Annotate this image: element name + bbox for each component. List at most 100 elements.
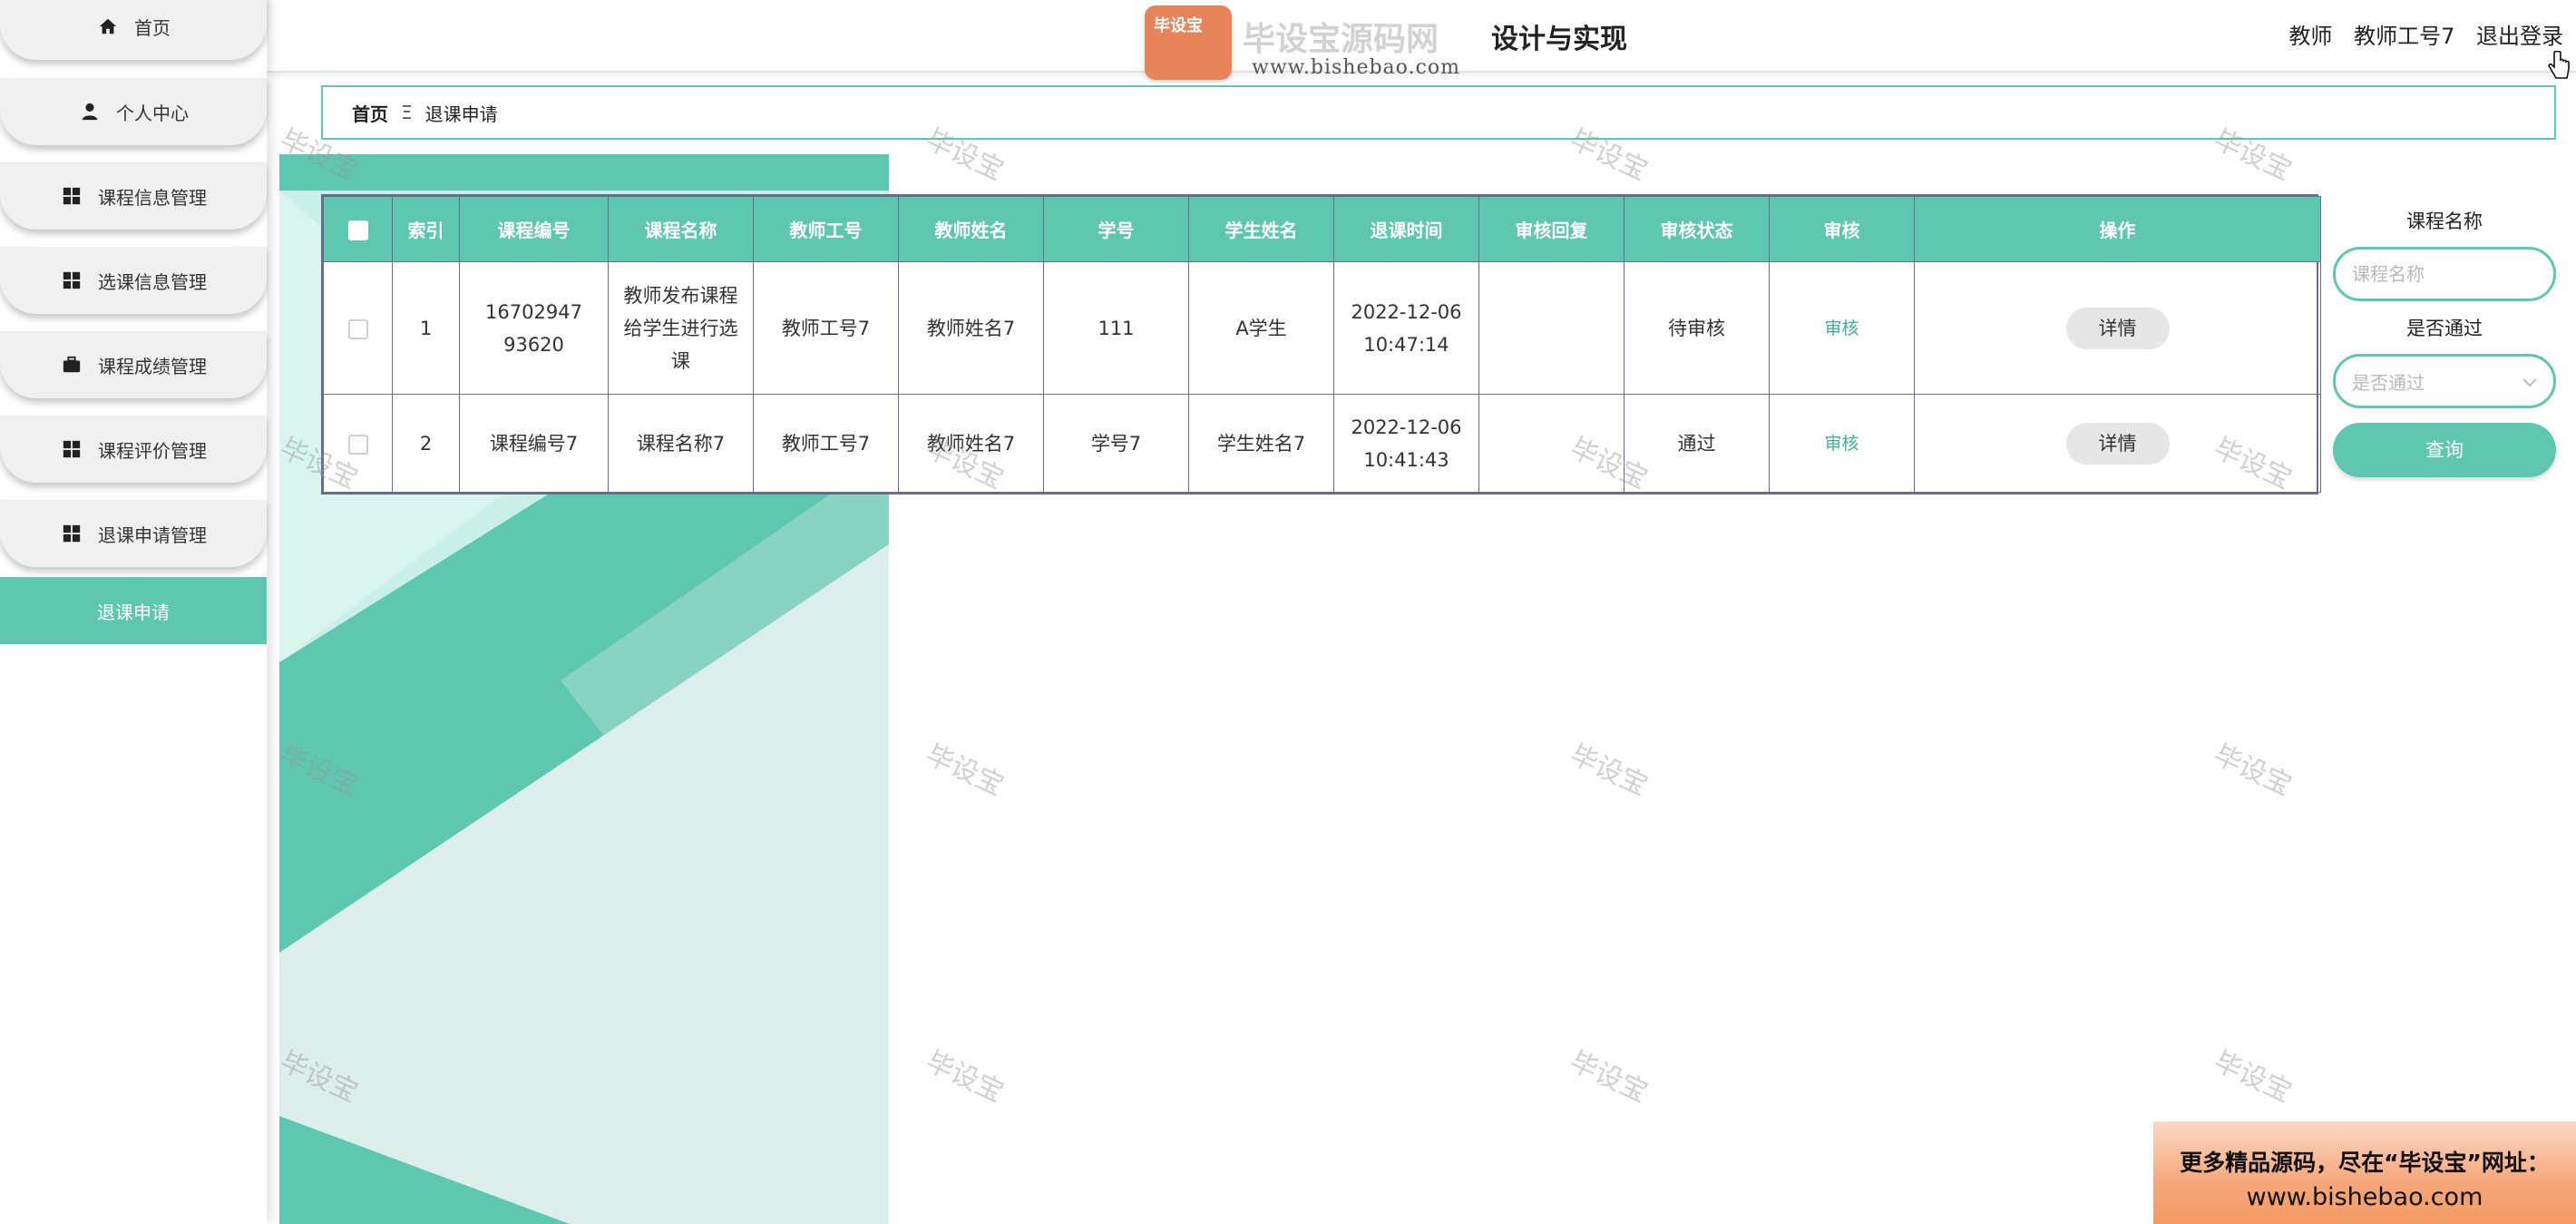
- watermark-text: 毕设宝: [921, 1045, 1009, 1110]
- promo-text: 更多精品源码，尽在“毕设宝”网址：: [2180, 1150, 2550, 1176]
- logo-text: 毕设宝源码网: [1243, 21, 1439, 58]
- sidebar: 首页 个人中心 课程信息管理 选课信息管理 课程成绩管理 课程评价管理 退课申请…: [0, 0, 267, 1224]
- grid-icon: [60, 522, 83, 545]
- logo-url: www.bishebao.com: [1252, 56, 1460, 79]
- detail-button[interactable]: 详情: [2065, 422, 2170, 465]
- column-header: 操作: [1914, 196, 2321, 262]
- cell-drop-time: 2022-12-06 10:41:43: [1333, 394, 1479, 493]
- grid-icon: [60, 269, 83, 292]
- row-checkbox[interactable]: [347, 318, 368, 339]
- watermark-logo: 毕设宝 毕设宝源码网 www.bishebao.com: [1145, 5, 1489, 85]
- home-icon: [96, 15, 120, 38]
- search-button[interactable]: 查询: [2333, 423, 2556, 477]
- column-header: 审核: [1769, 196, 1915, 262]
- column-header: 退课时间: [1333, 196, 1479, 262]
- breadcrumb-home[interactable]: 首页: [352, 100, 388, 126]
- app-title: 设计与实现: [1491, 24, 1627, 55]
- cell-course-no: 课程编号7: [459, 394, 609, 493]
- cell-index: 2: [392, 394, 460, 493]
- breadcrumb: 首页 Ξ 退课申请: [321, 85, 2556, 140]
- sidebar-subitem-drop-request[interactable]: 退课申请: [0, 577, 267, 644]
- briefcase-icon: [60, 353, 83, 377]
- cell-student-name: 学生姓名7: [1188, 394, 1334, 493]
- course-name-input[interactable]: [2333, 247, 2556, 301]
- cell-course-name: 课程名称7: [608, 394, 754, 493]
- sidebar-item-label: 课程信息管理: [98, 186, 207, 209]
- watermark-text: 毕设宝: [2209, 739, 2297, 803]
- cell-status: 通过: [1624, 394, 1770, 493]
- sidebar-item-evaluation[interactable]: 课程评价管理: [0, 416, 267, 483]
- audit-link[interactable]: 审核: [1824, 434, 1859, 454]
- sidebar-item-profile[interactable]: 个人中心: [0, 78, 267, 145]
- sidebar-item-label: 退课申请管理: [98, 524, 207, 546]
- sidebar-item-label: 首页: [134, 16, 171, 39]
- column-header: 审核状态: [1624, 196, 1770, 262]
- cell-student-name: A学生: [1188, 261, 1334, 395]
- user-icon: [78, 100, 102, 123]
- sidebar-item-home[interactable]: 首页: [0, 0, 267, 60]
- grid-icon: [60, 184, 83, 208]
- column-header: 学号: [1043, 196, 1189, 262]
- row-checkbox[interactable]: [347, 434, 368, 455]
- user-name: 教师工号7: [2354, 24, 2455, 49]
- sidebar-item-label: 课程评价管理: [98, 439, 207, 462]
- watermark-text: 毕设宝: [2209, 1045, 2297, 1110]
- grid-icon: [60, 437, 83, 461]
- select-all-cell: [323, 196, 393, 262]
- detail-button[interactable]: 详情: [2065, 307, 2170, 349]
- drop-request-table: 索引 课程编号 课程名称 教师工号 教师姓名 学号 学生姓名 退课时间 审核回复…: [321, 194, 2321, 494]
- table-row: 1 1670294793620 教师发布课程给学生进行选课 教师工号7 教师姓名…: [323, 261, 2321, 395]
- column-header: 审核回复: [1478, 196, 1625, 262]
- breadcrumb-separator: Ξ: [401, 102, 413, 123]
- column-header: 学生姓名: [1188, 196, 1334, 262]
- cell-drop-time: 2022-12-06 10:47:14: [1333, 261, 1479, 395]
- row-select-cell: [323, 394, 393, 493]
- audit-link[interactable]: 审核: [1824, 318, 1859, 338]
- user-role: 教师: [2288, 24, 2333, 49]
- pass-status-select[interactable]: 是否通过: [2333, 354, 2556, 408]
- column-header: 课程名称: [608, 196, 754, 262]
- column-header: 索引: [392, 196, 460, 262]
- cell-teacher-no: 教师工号7: [753, 394, 899, 493]
- cell-teacher-name: 教师姓名7: [898, 394, 1044, 493]
- sidebar-item-label: 课程成绩管理: [98, 355, 207, 377]
- cell-action: 详情: [1914, 394, 2321, 493]
- sidebar-item-course-info[interactable]: 课程信息管理: [0, 162, 267, 230]
- promo-banner: 更多精品源码，尽在“毕设宝”网址： www.bishebao.com: [2153, 1121, 2576, 1224]
- course-name-label: 课程名称: [2406, 211, 2483, 232]
- column-header: 教师工号: [753, 196, 899, 262]
- search-panel: 课程名称 是否通过 是否通过 查询: [2333, 205, 2556, 477]
- cell-action: 详情: [1914, 261, 2321, 395]
- cell-course-name: 教师发布课程给学生进行选课: [608, 261, 754, 395]
- logout-link[interactable]: 退出登录: [2476, 24, 2563, 49]
- sidebar-item-label: 选课信息管理: [98, 270, 207, 293]
- sidebar-item-selection-info[interactable]: 选课信息管理: [0, 247, 267, 314]
- cell-student-no: 学号7: [1043, 394, 1189, 493]
- cell-course-no: 1670294793620: [459, 261, 609, 395]
- pass-status-placeholder: 是否通过: [2352, 371, 2425, 394]
- sidebar-item-grades[interactable]: 课程成绩管理: [0, 331, 267, 398]
- mouse-cursor-icon: [2547, 50, 2571, 85]
- cell-index: 1: [392, 261, 460, 395]
- cell-reply: [1478, 261, 1625, 395]
- sidebar-item-drop-requests[interactable]: 退课申请管理: [0, 500, 267, 567]
- user-info: 教师 教师工号7 退出登录: [2274, 18, 2563, 50]
- cell-audit: 审核: [1769, 394, 1915, 493]
- cell-teacher-name: 教师姓名7: [898, 261, 1044, 395]
- column-header: 教师姓名: [898, 196, 1044, 262]
- breadcrumb-current: 退课申请: [424, 103, 498, 125]
- cell-teacher-no: 教师工号7: [753, 261, 899, 395]
- watermark-text: 毕设宝: [1565, 739, 1653, 803]
- sidebar-item-label: 个人中心: [116, 102, 189, 124]
- watermark-text: 毕设宝: [1565, 1045, 1653, 1110]
- promo-url: www.bishebao.com: [2246, 1183, 2483, 1211]
- top-header: 毕设宝 毕设宝源码网 www.bishebao.com 设计与实现 教师 教师工…: [267, 0, 2576, 80]
- table-header-row: 索引 课程编号 课程名称 教师工号 教师姓名 学号 学生姓名 退课时间 审核回复…: [323, 196, 2321, 262]
- pass-status-label: 是否通过: [2406, 318, 2483, 339]
- cell-audit: 审核: [1769, 261, 1915, 395]
- cell-status: 待审核: [1624, 261, 1770, 395]
- cell-reply: [1478, 394, 1625, 493]
- select-all-checkbox[interactable]: [347, 220, 368, 240]
- column-header: 课程编号: [459, 196, 609, 262]
- sidebar-subitem-label: 退课申请: [97, 601, 170, 623]
